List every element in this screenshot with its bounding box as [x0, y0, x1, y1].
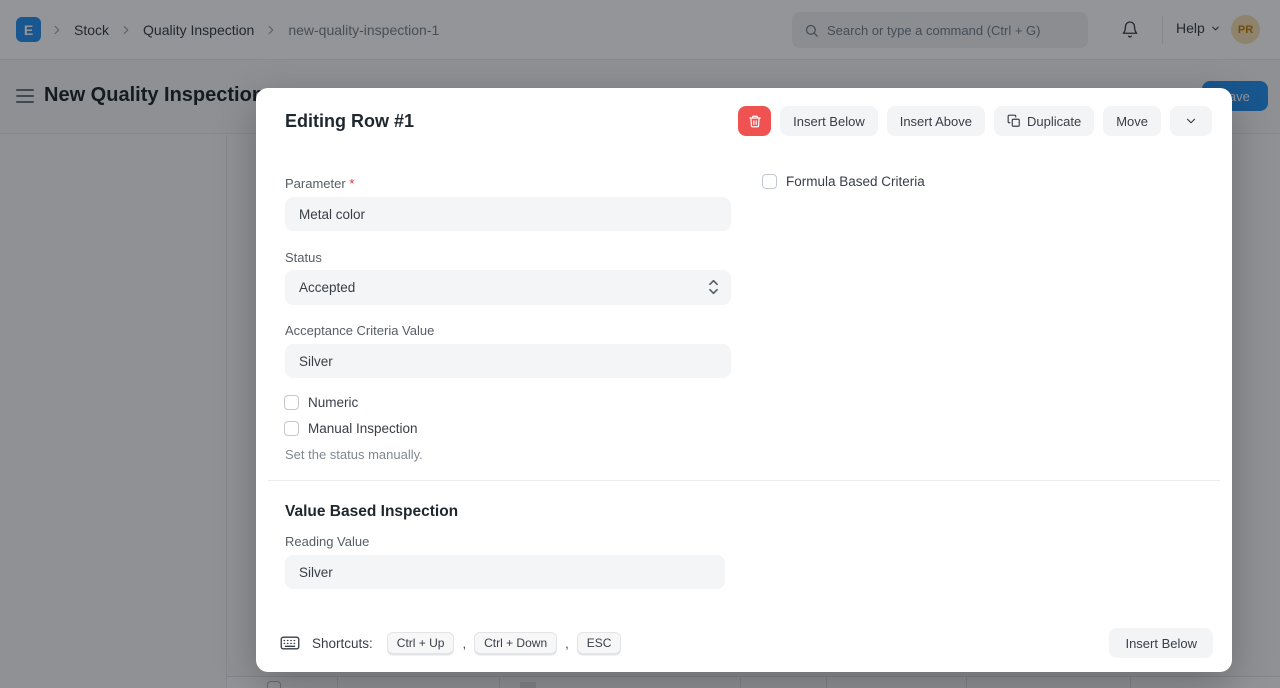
- select-chevrons-icon: [708, 278, 719, 299]
- modal-toolbar: Insert Below Insert Above Duplicate Move: [738, 106, 1212, 136]
- section-title: Value Based Inspection: [285, 503, 459, 520]
- delete-row-button[interactable]: [738, 106, 772, 136]
- parameter-input[interactable]: [285, 197, 731, 231]
- chevron-down-icon: [1184, 114, 1198, 128]
- move-button[interactable]: Move: [1103, 106, 1161, 136]
- acceptance-criteria-label: Acceptance Criteria Value: [285, 323, 435, 338]
- duplicate-button[interactable]: Duplicate: [994, 106, 1095, 136]
- screen: E Stock Quality Inspection new-quality-i…: [0, 0, 1280, 688]
- reading-value-input[interactable]: [285, 555, 725, 589]
- numeric-label: Numeric: [308, 395, 359, 410]
- manual-inspection-checkbox[interactable]: Manual Inspection: [284, 421, 418, 436]
- keyboard-icon: [280, 635, 300, 651]
- manual-inspection-label: Manual Inspection: [308, 421, 418, 436]
- modal-title: Editing Row #1: [285, 111, 415, 131]
- insert-above-button[interactable]: Insert Above: [886, 106, 985, 136]
- status-label: Status: [285, 250, 322, 265]
- checkbox-box: [762, 174, 777, 189]
- shortcuts-label: Shortcuts:: [312, 635, 373, 651]
- duplicate-label: Duplicate: [1027, 113, 1082, 129]
- acceptance-criteria-input[interactable]: [285, 344, 731, 378]
- kbd-separator: ,: [565, 635, 569, 651]
- kbd-ctrl-down: Ctrl + Down: [474, 632, 558, 654]
- kbd-esc: ESC: [576, 632, 622, 654]
- checkbox-box: [284, 421, 299, 436]
- footer-insert-below-button[interactable]: Insert Below: [1109, 628, 1213, 658]
- trash-icon: [748, 114, 762, 129]
- more-actions-button[interactable]: [1170, 106, 1212, 136]
- field-help-text: Set the status manually.: [285, 447, 423, 462]
- kbd-separator: ,: [462, 635, 467, 651]
- formula-based-criteria-checkbox[interactable]: Formula Based Criteria: [762, 174, 925, 189]
- copy-icon: [1007, 114, 1021, 128]
- numeric-checkbox[interactable]: Numeric: [284, 395, 358, 410]
- parameter-label: Parameter *: [285, 176, 355, 191]
- required-asterisk: *: [349, 176, 355, 191]
- insert-below-button[interactable]: Insert Below: [780, 106, 878, 136]
- section-divider: [268, 480, 1220, 481]
- status-select[interactable]: Accepted: [285, 270, 731, 305]
- checkbox-box: [284, 395, 299, 410]
- status-value: Accepted: [299, 280, 356, 295]
- modal-footer: Shortcuts: Ctrl + Up , Ctrl + Down , ESC…: [280, 628, 1213, 658]
- edit-row-modal: Editing Row #1 Insert Below Insert Above…: [256, 88, 1232, 672]
- reading-value-label: Reading Value: [285, 534, 370, 549]
- formula-based-criteria-label: Formula Based Criteria: [786, 174, 925, 189]
- kbd-ctrl-up: Ctrl + Up: [386, 632, 455, 654]
